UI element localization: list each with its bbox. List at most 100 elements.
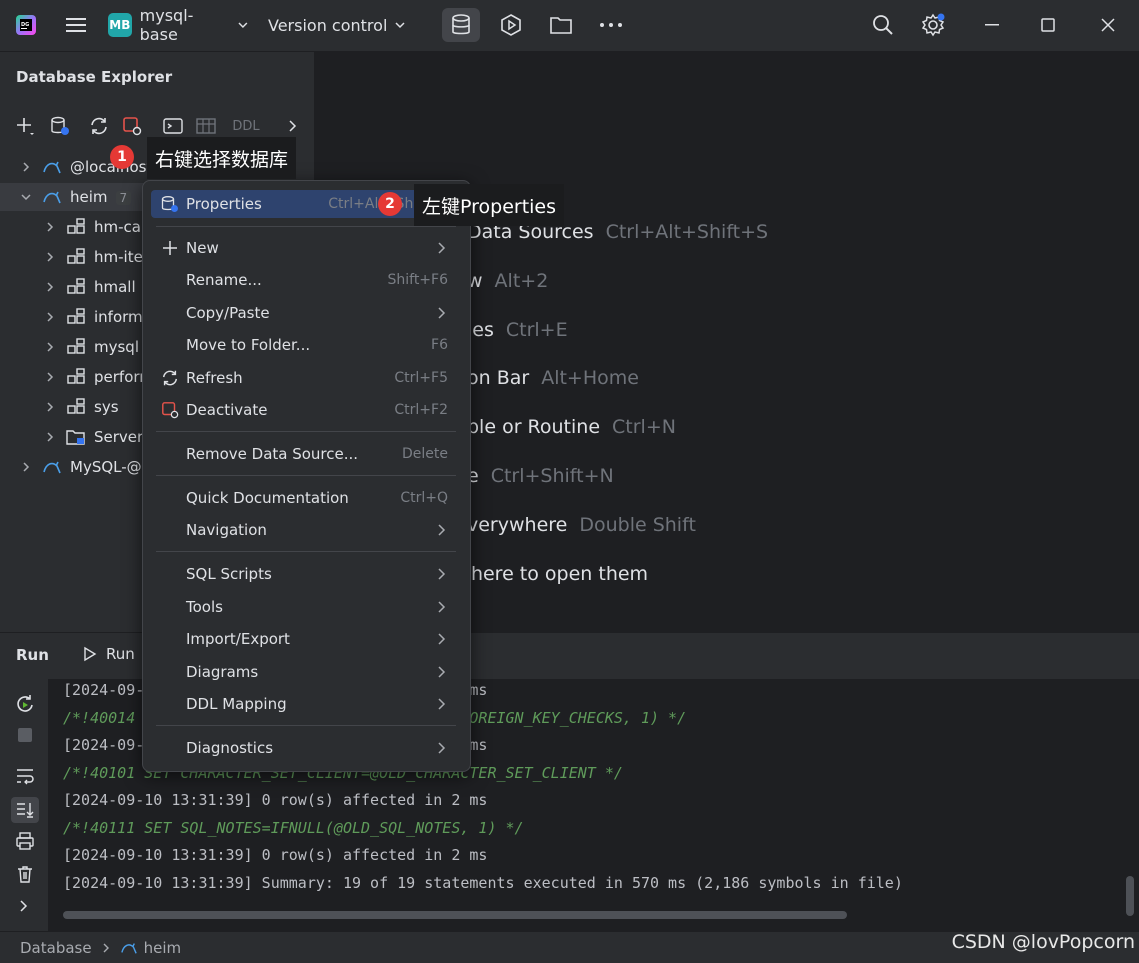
- datagrip-logo-icon[interactable]: DG: [12, 8, 40, 42]
- chevron-down-icon: [238, 22, 248, 29]
- chevron-right-icon: [438, 742, 446, 754]
- settings-gear-icon[interactable]: [918, 8, 948, 42]
- project-badge: MB: [108, 13, 132, 37]
- vertical-scrollbar[interactable]: [1126, 876, 1134, 916]
- deactivate-icon[interactable]: [121, 115, 143, 137]
- menu-item-move-to-folder[interactable]: Move to Folder... F6: [151, 331, 461, 359]
- search-icon[interactable]: [868, 8, 898, 42]
- hint-search-everywhere: verywhere Double Shift: [467, 514, 696, 536]
- menu-item-refresh[interactable]: Refresh Ctrl+F5: [151, 364, 461, 392]
- chevron-right-icon: [438, 524, 446, 536]
- folder-icon[interactable]: [546, 8, 576, 42]
- context-menu: Properties Ctrl+Alt+Shift+S New Rename..…: [142, 180, 471, 772]
- menu-item-copy-paste[interactable]: Copy/Paste: [151, 299, 461, 327]
- tree-label-text: heim: [70, 188, 108, 206]
- tree-label: sys: [94, 398, 119, 416]
- menu-separator: [156, 475, 456, 476]
- vcs-selector[interactable]: Version control: [268, 8, 408, 42]
- database-tool-icon[interactable]: [442, 8, 480, 42]
- tree-label: heim 7: [70, 188, 132, 206]
- console-icon[interactable]: [162, 115, 184, 137]
- menu-item-sql-scripts[interactable]: SQL Scripts: [151, 560, 461, 588]
- chevron-right-icon: [47, 342, 54, 352]
- menu-item-quick-documentation[interactable]: Quick Documentation Ctrl+Q: [151, 484, 461, 512]
- schema-icon: [67, 398, 85, 414]
- menu-separator: [156, 226, 456, 227]
- menu-label: New: [186, 239, 219, 257]
- svg-text:DG: DG: [21, 22, 29, 28]
- menu-label: DDL Mapping: [186, 695, 287, 713]
- soft-wrap-icon[interactable]: [15, 767, 35, 785]
- schema-icon: [67, 278, 85, 294]
- more-icon[interactable]: [596, 8, 626, 42]
- chevron-right-icon: [438, 568, 446, 580]
- hint-drop-files: s here to open them: [455, 563, 648, 585]
- menu-label: Deactivate: [186, 401, 268, 419]
- maximize-icon[interactable]: [1036, 8, 1060, 42]
- close-icon[interactable]: [1096, 8, 1120, 42]
- menu-item-new[interactable]: New: [151, 234, 461, 262]
- minimize-icon[interactable]: [980, 8, 1004, 42]
- menu-label: Remove Data Source...: [186, 445, 359, 463]
- run-services-icon[interactable]: [496, 8, 526, 42]
- breadcrumb-item[interactable]: Database: [20, 939, 92, 957]
- menu-item-ddl-mapping[interactable]: DDL Mapping: [151, 690, 461, 718]
- chevron-right-icon: [23, 462, 30, 472]
- menu-shortcut: Ctrl+Q: [400, 490, 448, 506]
- main-menu-icon[interactable]: [62, 8, 90, 42]
- menu-item-diagrams[interactable]: Diagrams: [151, 658, 461, 686]
- stop-icon[interactable]: [17, 727, 33, 743]
- print-icon[interactable]: [15, 831, 35, 851]
- hint-recent-files: les Ctrl+E: [467, 319, 568, 341]
- refresh-icon[interactable]: [88, 115, 110, 137]
- rerun-icon[interactable]: [15, 694, 35, 714]
- data-source-properties-icon[interactable]: [49, 115, 71, 137]
- chevron-right-icon: [438, 601, 446, 613]
- menu-item-navigation[interactable]: Navigation: [151, 516, 461, 544]
- scroll-to-end-icon[interactable]: [11, 797, 39, 823]
- menu-item-import-export[interactable]: Import/Export: [151, 625, 461, 653]
- chevron-right-icon: [47, 402, 54, 412]
- run-side-toolbar: [0, 679, 48, 931]
- menu-label: Quick Documentation: [186, 489, 349, 507]
- menu-label: SQL Scripts: [186, 565, 272, 583]
- menu-label: Rename...: [186, 271, 262, 289]
- breadcrumb: Database heim: [20, 939, 181, 957]
- ddl-button: DDL: [232, 118, 260, 134]
- chevron-right-icon: [47, 432, 54, 442]
- menu-item-diagnostics[interactable]: Diagnostics: [151, 734, 461, 762]
- chevron-right-icon[interactable]: [19, 899, 29, 913]
- menu-shortcut: Shift+F6: [387, 272, 448, 288]
- hint-shortcut: Ctrl+Shift+N: [490, 465, 614, 487]
- schema-icon: [67, 218, 85, 234]
- schema-icon: [67, 368, 85, 384]
- step-1-badge: 1: [110, 145, 134, 169]
- hint-shortcut: Ctrl+N: [612, 416, 676, 438]
- chevron-right-icon: [438, 698, 446, 710]
- menu-item-remove-data-source[interactable]: Remove Data Source... Delete: [151, 440, 461, 468]
- menu-item-rename[interactable]: Rename... Shift+F6: [151, 266, 461, 294]
- menu-label: Refresh: [186, 369, 243, 387]
- menu-label: Navigation: [186, 521, 267, 539]
- table-icon: [195, 115, 217, 137]
- chevron-down-icon: [21, 194, 31, 201]
- hint-go-to-table: ble or Routine Ctrl+N: [467, 416, 676, 438]
- chevron-right-icon: [47, 282, 54, 292]
- run-tab[interactable]: Run: [82, 645, 135, 663]
- chevron-right-icon[interactable]: [282, 115, 304, 137]
- refresh-icon: [162, 370, 178, 386]
- horizontal-scrollbar[interactable]: [63, 911, 847, 919]
- menu-item-tools[interactable]: Tools: [151, 593, 461, 621]
- hint-shortcut: Alt+2: [494, 270, 549, 292]
- mysql-dolphin-icon: [120, 942, 137, 954]
- breadcrumb-item[interactable]: heim: [144, 939, 182, 957]
- run-tab-label: Run: [106, 645, 135, 663]
- log-line: [2024-09-10 13:31:39] 0 row(s) affected …: [63, 791, 488, 809]
- project-selector[interactable]: MB mysql-base: [108, 6, 248, 44]
- project-name: mysql-base: [139, 6, 194, 44]
- menu-item-deactivate[interactable]: Deactivate Ctrl+F2: [151, 396, 461, 424]
- add-icon[interactable]: [14, 115, 36, 137]
- menu-label: Diagnostics: [186, 739, 274, 757]
- schema-icon: [67, 338, 85, 354]
- trash-icon[interactable]: [15, 864, 35, 884]
